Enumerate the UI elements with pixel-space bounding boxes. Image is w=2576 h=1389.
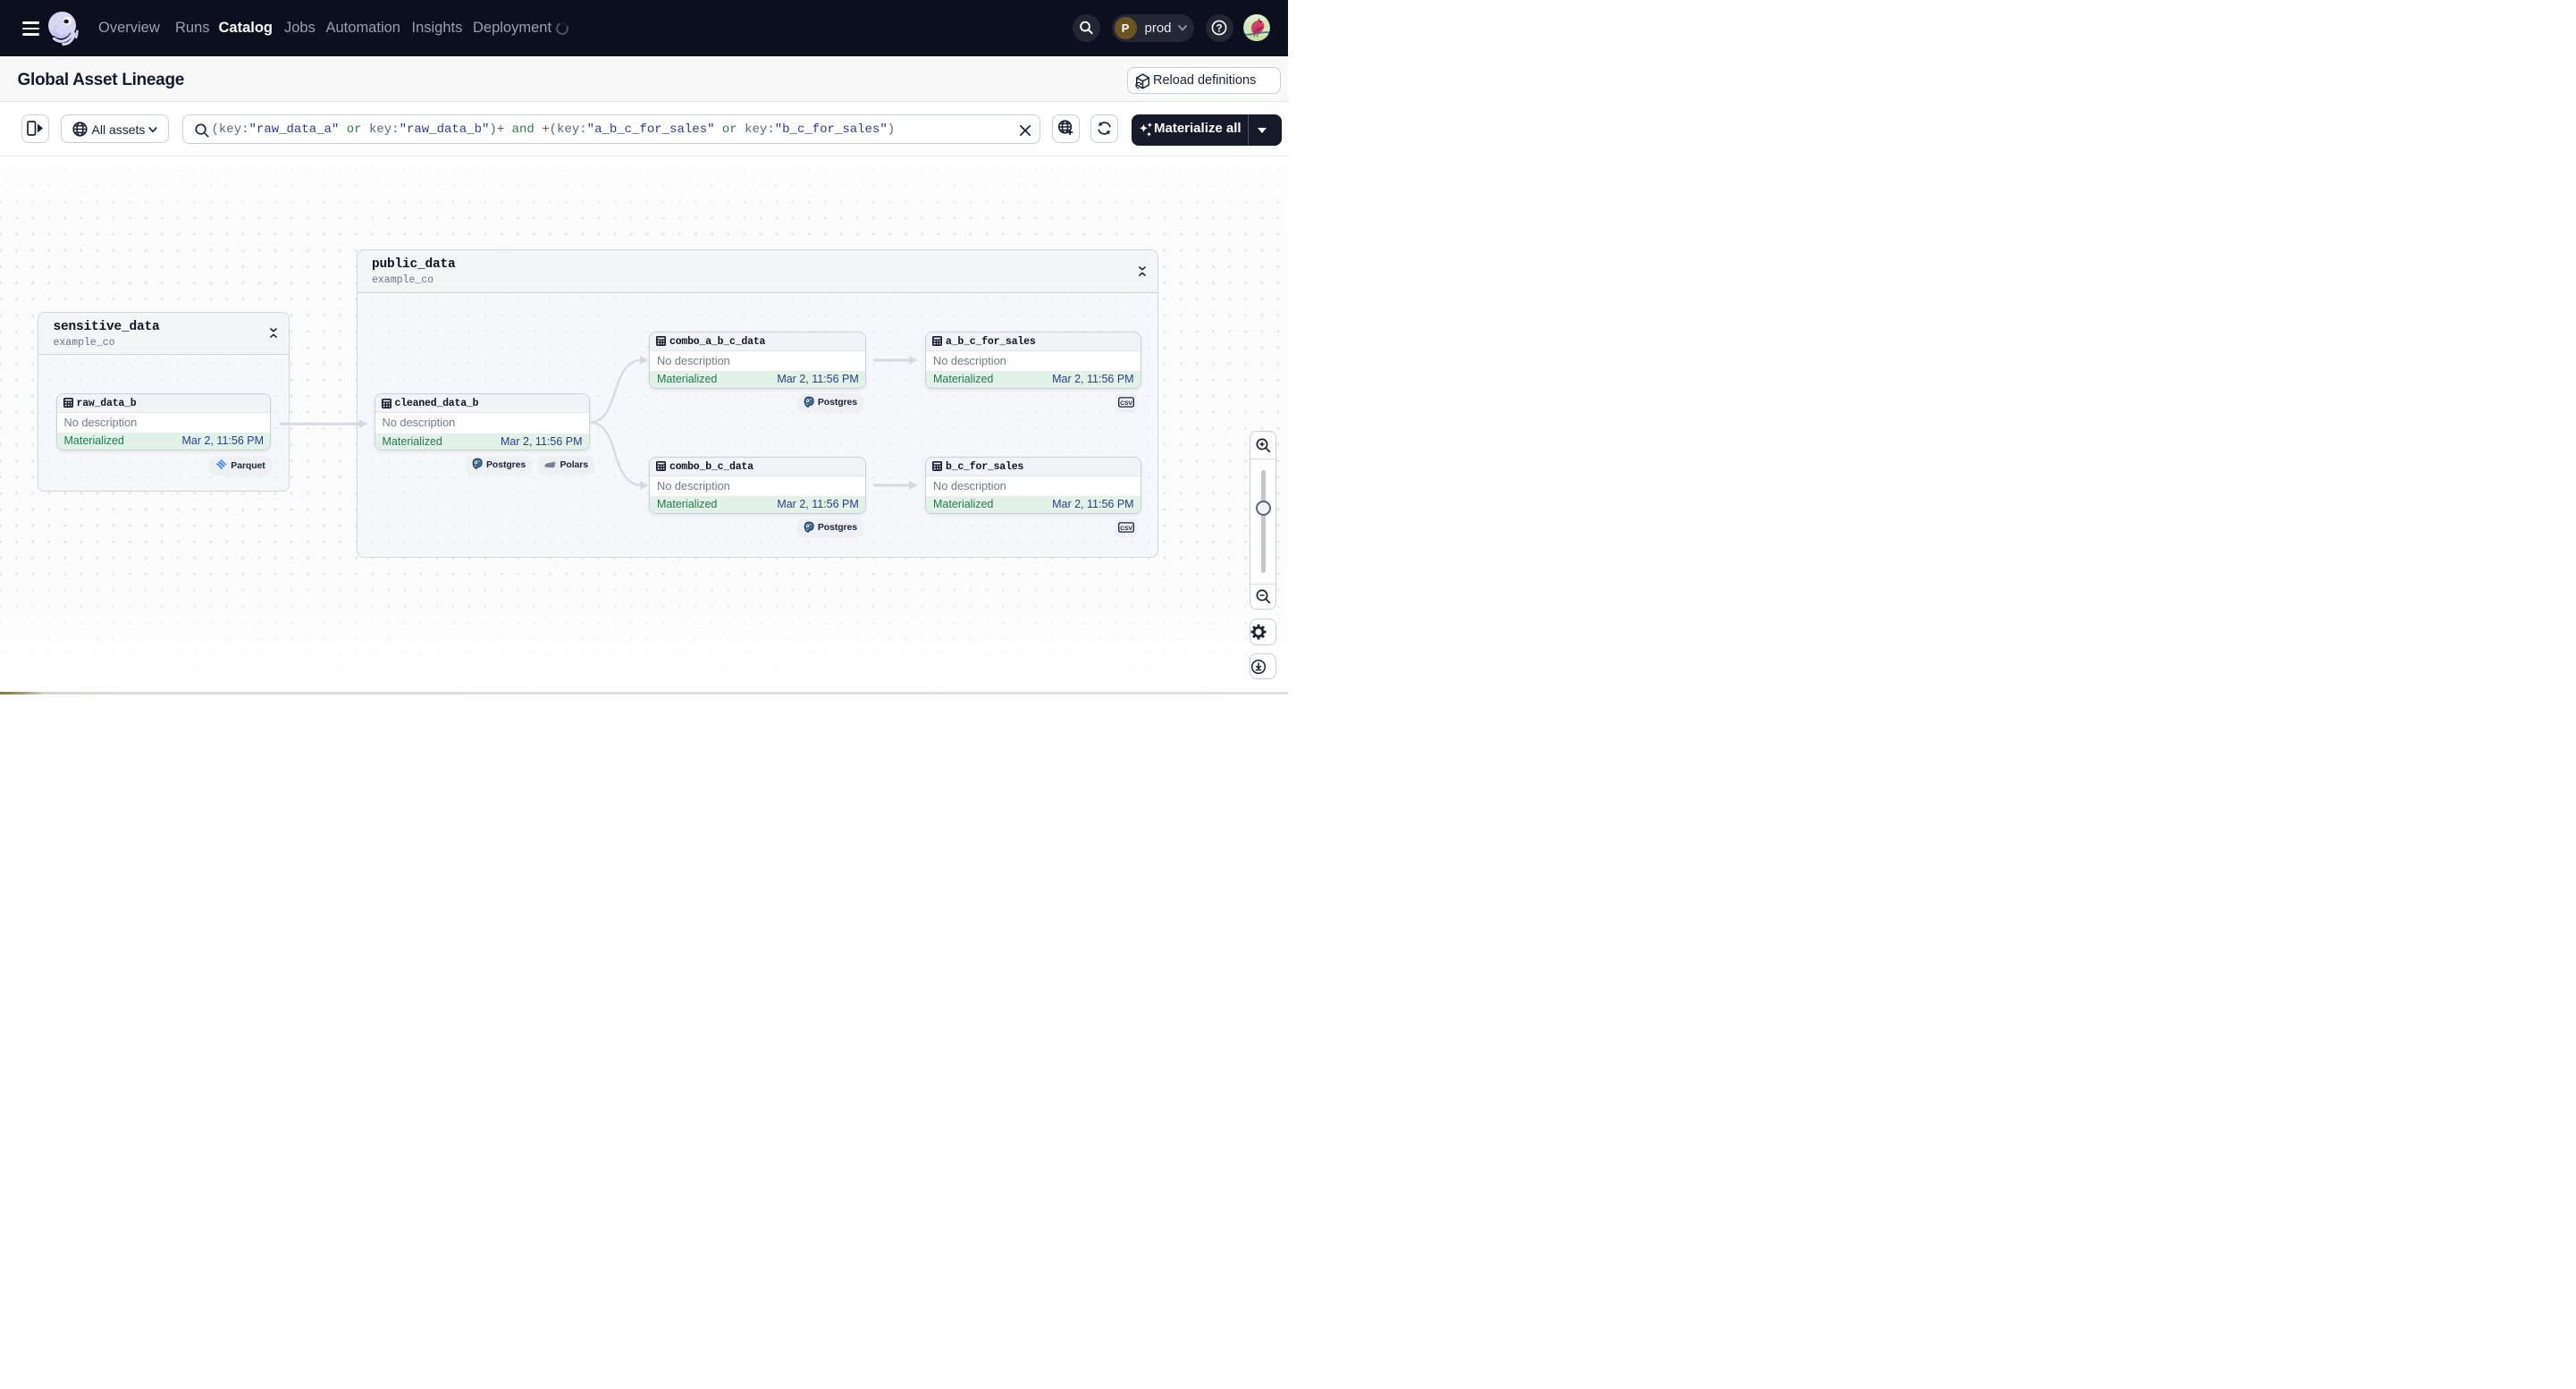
svg-text:CSV: CSV — [1120, 526, 1132, 532]
svg-text:?: ? — [1216, 23, 1222, 34]
svg-text:CSV: CSV — [1120, 400, 1132, 407]
